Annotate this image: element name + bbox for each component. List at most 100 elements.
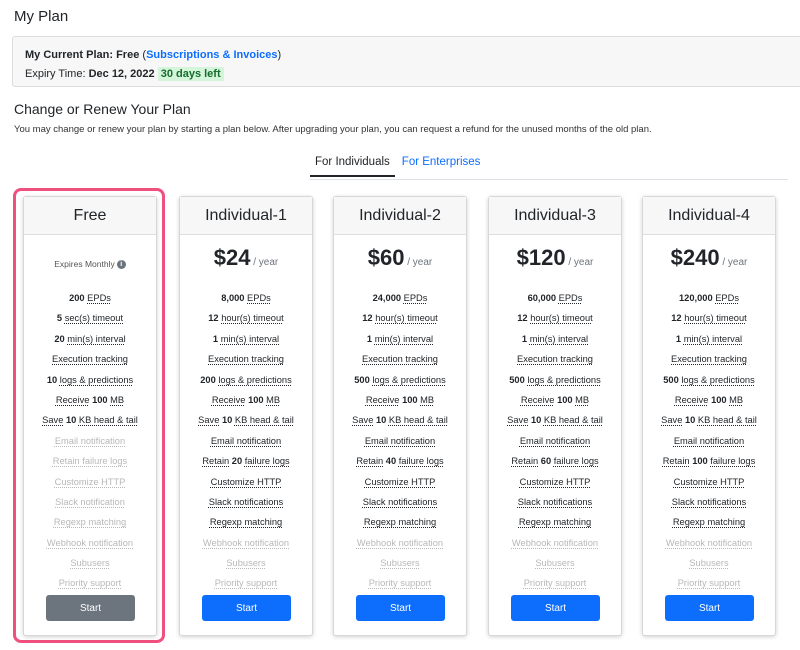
feature-term[interactable]: Receive — [675, 395, 709, 405]
feature-item: Email notification — [180, 431, 312, 451]
feature-term[interactable]: Execution tracking — [208, 354, 284, 364]
feature-item: Execution tracking — [489, 349, 621, 369]
feature-term[interactable]: Execution tracking — [517, 354, 593, 364]
feature-term[interactable]: hour(s) timeout — [375, 313, 438, 323]
feature-term[interactable]: Subusers — [689, 558, 728, 568]
feature-term[interactable]: hour(s) timeout — [684, 313, 747, 323]
feature-term[interactable]: Regexp matching — [364, 517, 436, 527]
current-plan-line: My Current Plan: Free (Subscriptions & I… — [25, 46, 800, 65]
feature-term[interactable]: KB head & tail — [698, 415, 757, 425]
feature-term[interactable]: EPDs — [404, 293, 428, 303]
feature-term[interactable]: Subusers — [535, 558, 574, 568]
feature-term[interactable]: Webhook notification — [512, 538, 598, 548]
feature-term[interactable]: Retain — [663, 456, 690, 466]
feature-term[interactable]: KB head & tail — [235, 415, 294, 425]
tab-for-individuals[interactable]: For Individuals — [310, 154, 395, 177]
feature-term[interactable]: Email notification — [365, 436, 435, 446]
feature-term[interactable]: EPDs — [715, 293, 739, 303]
feature-term[interactable]: Priority support — [678, 578, 741, 588]
feature-item: Subusers — [334, 553, 466, 573]
feature-term[interactable]: MB — [420, 395, 434, 405]
feature-term[interactable]: Save — [198, 415, 219, 425]
start-button[interactable]: Start — [202, 595, 291, 621]
feature-term[interactable]: Execution tracking — [671, 354, 747, 364]
feature-term[interactable]: Priority support — [369, 578, 432, 588]
feature-term[interactable]: Priority support — [524, 578, 587, 588]
plan-card-individual-4: Individual-4 $240 / year 120,000 EPDs 12 ho… — [642, 196, 776, 636]
feature-term[interactable]: min(s) interval — [530, 334, 588, 344]
feature-term[interactable]: Regexp matching — [673, 517, 745, 527]
subscriptions-invoices-link[interactable]: Subscriptions & Invoices — [146, 49, 277, 61]
feature-term[interactable]: min(s) interval — [375, 334, 433, 344]
feature-term[interactable]: min(s) interval — [221, 334, 279, 344]
feature-item: Save 10 KB head & tail — [643, 410, 775, 430]
feature-value: 12 — [517, 313, 528, 324]
feature-term[interactable]: Regexp matching — [210, 517, 282, 527]
feature-term[interactable]: failure logs — [399, 456, 444, 466]
feature-term[interactable]: failure logs — [710, 456, 755, 466]
feature-term[interactable]: Subusers — [380, 558, 419, 568]
feature-term[interactable]: EPDs — [247, 293, 271, 303]
feature-list: 24,000 EPDs 12 hour(s) timeout 1 min(s) in… — [334, 288, 466, 594]
feature-term[interactable]: hour(s) timeout — [221, 313, 284, 323]
start-button[interactable]: Start — [356, 595, 445, 621]
feature-term[interactable]: Customize HTTP — [211, 477, 282, 487]
feature-term[interactable]: Execution tracking — [362, 354, 438, 364]
start-button[interactable]: Start — [511, 595, 600, 621]
feature-term[interactable]: Retain — [202, 456, 229, 466]
feature-term[interactable]: logs & predictions — [218, 375, 291, 385]
feature-term[interactable]: Save — [661, 415, 682, 425]
feature-term[interactable]: logs & predictions — [372, 375, 445, 385]
feature-value: 1 — [366, 333, 373, 344]
feature-term[interactable]: Save — [507, 415, 528, 425]
feature-term[interactable]: MB — [729, 395, 743, 405]
feature-term[interactable]: Email notification — [520, 436, 590, 446]
tabs-divider — [310, 179, 788, 180]
feature-term[interactable]: Customize HTTP — [520, 477, 591, 487]
feature-term[interactable]: Subusers — [226, 558, 265, 568]
feature-term[interactable]: MB — [575, 395, 589, 405]
feature-term[interactable]: Slack notifications — [518, 497, 592, 507]
feature-term[interactable]: Retain — [356, 456, 383, 466]
feature-term[interactable]: hour(s) timeout — [530, 313, 593, 323]
feature-term[interactable]: Receive — [212, 395, 246, 405]
feature-term[interactable]: Retain — [511, 456, 538, 466]
feature-term[interactable]: Save — [352, 415, 373, 425]
feature-value: 10 — [375, 415, 387, 426]
feature-term[interactable]: KB head & tail — [544, 415, 603, 425]
feature-term[interactable]: Webhook notification — [203, 538, 289, 548]
feature-term[interactable]: logs & predictions — [527, 375, 600, 385]
feature-term[interactable]: Regexp matching — [519, 517, 591, 527]
feature-term[interactable]: logs & predictions — [681, 375, 754, 385]
feature-value: 20 — [231, 456, 243, 467]
feature-term[interactable]: Customize HTTP — [365, 477, 436, 487]
feature-item: 1 min(s) interval — [334, 329, 466, 349]
feature-item: 12 hour(s) timeout — [334, 308, 466, 328]
feature-term[interactable]: Email notification — [674, 436, 744, 446]
feature-term[interactable]: min(s) interval — [684, 334, 742, 344]
feature-term[interactable]: EPDs — [559, 293, 583, 303]
tab-for-enterprises[interactable]: For Enterprises — [397, 154, 486, 177]
feature-value: 120,000 — [679, 293, 713, 303]
feature-term[interactable]: Webhook notification — [357, 538, 443, 548]
feature-term[interactable]: Receive — [366, 395, 400, 405]
feature-term[interactable]: Customize HTTP — [674, 477, 745, 487]
feature-term[interactable]: Priority support — [215, 578, 278, 588]
feature-term[interactable]: Slack notifications — [672, 497, 746, 507]
feature-term[interactable]: KB head & tail — [389, 415, 448, 425]
feature-term[interactable]: Slack notifications — [363, 497, 437, 507]
start-button[interactable]: Start — [665, 595, 754, 621]
feature-term[interactable]: failure logs — [245, 456, 290, 466]
section-description: You may change or renew your plan by sta… — [14, 124, 652, 135]
feature-item: Email notification — [643, 431, 775, 451]
feature-term[interactable]: Slack notifications — [209, 497, 283, 507]
feature-value: 10 — [684, 415, 696, 426]
feature-term[interactable]: Webhook notification — [666, 538, 752, 548]
current-plan-label: My Current Plan: — [25, 49, 114, 61]
feature-term[interactable]: MB — [266, 395, 280, 405]
feature-term[interactable]: failure logs — [554, 456, 599, 466]
feature-value: 500 — [663, 374, 679, 385]
feature-item: 8,000 EPDs — [180, 288, 312, 308]
feature-term[interactable]: Email notification — [211, 436, 281, 446]
feature-term[interactable]: Receive — [521, 395, 555, 405]
